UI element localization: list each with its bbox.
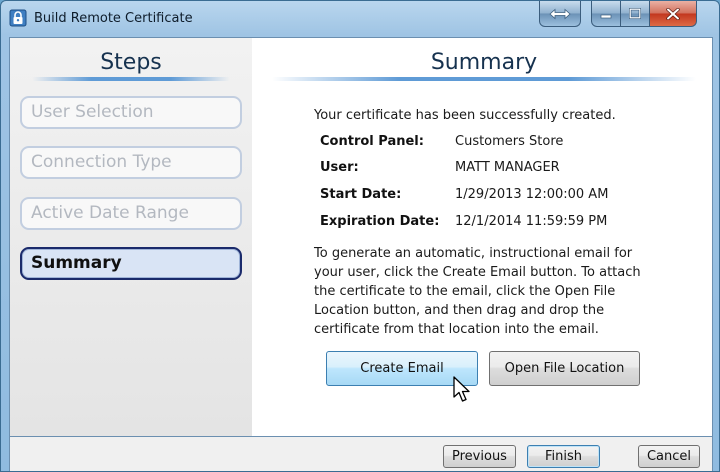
- maximize-button[interactable]: [620, 1, 650, 27]
- resize-arrows-icon: [549, 8, 571, 19]
- open-file-location-button[interactable]: Open File Location: [489, 351, 640, 386]
- instructions-text: To generate an automatic, instructional …: [314, 246, 641, 337]
- steps-panel: Steps User Selection Connection Type Act…: [10, 38, 252, 436]
- control-panel-value: Customers Store: [455, 134, 564, 149]
- step-connection-type[interactable]: Connection Type: [20, 146, 242, 179]
- steps-heading-rule: [32, 77, 230, 81]
- steps-heading: Steps: [100, 50, 162, 75]
- step-user-selection[interactable]: User Selection: [20, 96, 242, 129]
- previous-button[interactable]: Previous: [443, 445, 516, 468]
- user-label: User:: [320, 160, 359, 175]
- window-title: Build Remote Certificate: [34, 11, 193, 26]
- create-email-button[interactable]: Create Email: [326, 351, 478, 386]
- window: Build Remote Certificate Steps User Sele…: [0, 0, 720, 472]
- button-bar: Previous Finish Cancel: [9, 437, 713, 471]
- title-bar[interactable]: Build Remote Certificate: [1, 1, 719, 37]
- summary-heading: Summary: [430, 50, 538, 75]
- user-value: MATT MANAGER: [455, 160, 560, 175]
- resize-button[interactable]: [539, 1, 581, 27]
- step-active-date-range[interactable]: Active Date Range: [20, 197, 242, 230]
- close-button[interactable]: [649, 1, 697, 27]
- minimize-button[interactable]: [591, 1, 621, 27]
- close-icon: [666, 7, 680, 20]
- expiration-date-value: 12/1/2014 11:59:59 PM: [455, 214, 608, 229]
- expiration-date-label: Expiration Date:: [320, 214, 440, 229]
- finish-button[interactable]: Finish: [527, 445, 600, 468]
- maximize-icon: [629, 8, 641, 19]
- step-summary[interactable]: Summary: [20, 247, 242, 280]
- start-date-label: Start Date:: [320, 187, 402, 202]
- success-message: Your certificate has been successfully c…: [314, 108, 616, 123]
- certificate-lock-icon: [9, 9, 27, 27]
- minimize-icon: [600, 14, 612, 18]
- wizard-content: Steps User Selection Connection Type Act…: [9, 37, 713, 437]
- summary-heading-rule: [272, 77, 696, 81]
- cancel-button[interactable]: Cancel: [638, 445, 700, 468]
- control-panel-label: Control Panel:: [320, 134, 424, 149]
- start-date-value: 1/29/2013 12:00:00 AM: [455, 187, 609, 202]
